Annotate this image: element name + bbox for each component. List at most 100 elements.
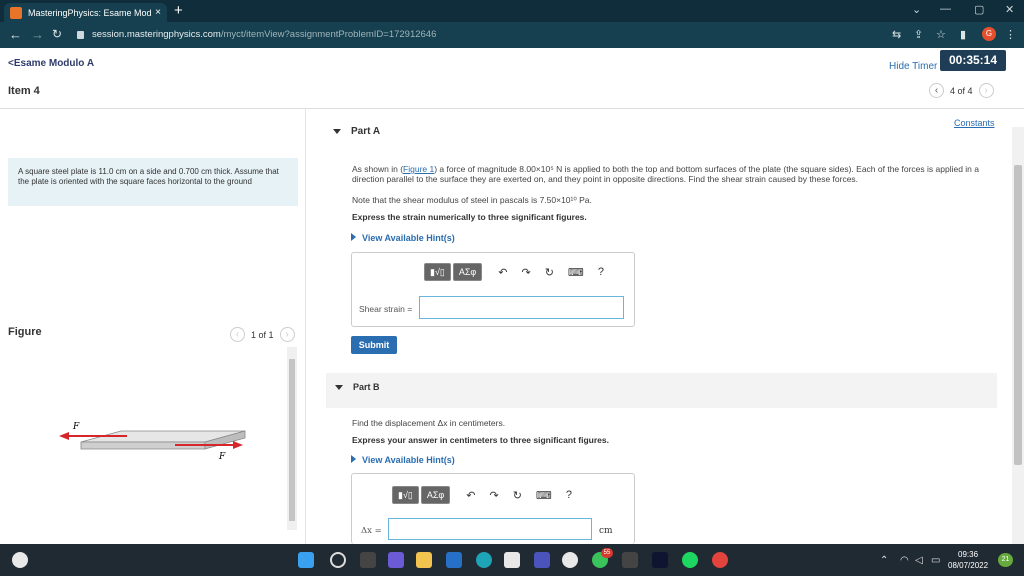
keyboard-icon[interactable]: ⌨: [536, 489, 552, 502]
template-button[interactable]: ▮√▯: [392, 486, 419, 504]
top-force-arrowhead: [59, 432, 69, 440]
previous-item-button[interactable]: ‹: [929, 83, 944, 98]
chevron-up-icon[interactable]: ⌃: [880, 555, 888, 566]
reset-icon[interactable]: ↻: [545, 266, 554, 279]
shear-strain-input[interactable]: [419, 296, 624, 319]
item-pager: ‹ 4 of 4 ›: [929, 83, 994, 98]
app-icon[interactable]: [622, 552, 638, 568]
help-icon[interactable]: ?: [566, 489, 572, 501]
back-to-assignment-link[interactable]: <Esame Modulo A: [8, 58, 94, 69]
greek-button[interactable]: ΑΣφ: [420, 486, 451, 504]
figure-link[interactable]: Figure 1: [403, 164, 434, 174]
part-a-header[interactable]: Part A: [333, 126, 380, 134]
browser-tab-bar: MasteringPhysics: Esame Modul × + ⌄ — ▢ …: [0, 0, 1024, 22]
system-clock[interactable]: 09:36 08/07/2022: [948, 549, 988, 571]
undo-icon[interactable]: ↶: [498, 266, 507, 279]
chrome-icon[interactable]: [712, 552, 728, 568]
part-b-title: Part B: [353, 382, 380, 392]
part-a-title: Part A: [351, 126, 381, 134]
displacement-label: Δx =: [361, 526, 382, 536]
problem-statement: A square steel plate is 11.0 cm on a sid…: [8, 158, 298, 206]
bottom-force-label: F: [218, 452, 226, 462]
url-field[interactable]: session.masteringphysics.com/myct/itemVi…: [77, 26, 837, 44]
page-scrollbar[interactable]: [1012, 127, 1024, 544]
notification-badge[interactable]: 21: [998, 553, 1013, 567]
translate-icon[interactable]: ⇆: [892, 28, 901, 41]
wifi-icon[interactable]: ◠: [900, 555, 909, 566]
maximize-icon[interactable]: ▢: [974, 3, 984, 16]
store-icon[interactable]: [504, 552, 520, 568]
hide-timer-link[interactable]: Hide Timer: [889, 61, 937, 72]
back-arrow-icon[interactable]: ←: [9, 27, 22, 42]
part-a-intro: As shown in (Figure 1) a force of magnit…: [352, 164, 1000, 184]
unit-label: cm: [599, 526, 613, 536]
tab-search-icon[interactable]: ⌄: [912, 3, 921, 16]
url-path: /myct/itemView?assignmentProblemID=17291…: [220, 29, 437, 40]
profile-avatar[interactable]: G: [982, 27, 996, 41]
part-b-header-bar[interactable]: [326, 373, 997, 408]
mail-icon[interactable]: [446, 552, 462, 568]
new-tab-button[interactable]: +: [174, 2, 183, 19]
figure-scrollbar-thumb[interactable]: [289, 359, 295, 521]
redo-icon[interactable]: ↷: [489, 489, 498, 502]
clock-time: 09:36: [958, 550, 979, 559]
keyboard-icon[interactable]: ⌨: [568, 266, 584, 279]
chatgpt-icon[interactable]: [562, 552, 578, 568]
next-item-button[interactable]: ›: [978, 83, 994, 98]
teams-icon[interactable]: [534, 552, 550, 568]
greek-button[interactable]: ΑΣφ: [452, 263, 483, 281]
close-tab-icon[interactable]: ×: [155, 7, 161, 18]
share-icon[interactable]: ⇪: [914, 28, 923, 41]
minimize-icon[interactable]: —: [940, 3, 951, 15]
part-a-math-toolbar: ▮√▯ ΑΣφ ↶ ↷ ↻ ⌨ ?: [424, 263, 604, 281]
template-button[interactable]: ▮√▯: [424, 263, 451, 281]
part-a-hint-toggle[interactable]: View Available Hint(s): [351, 233, 455, 243]
page-scrollbar-thumb[interactable]: [1014, 165, 1022, 465]
start-icon[interactable]: [298, 552, 314, 568]
bottom-force-arrowhead: [233, 441, 243, 449]
search-icon[interactable]: [330, 552, 346, 568]
chat-icon[interactable]: [388, 552, 404, 568]
constants-link[interactable]: Constants: [954, 118, 995, 128]
part-b-hint-toggle[interactable]: View Available Hint(s): [351, 455, 455, 465]
close-window-icon[interactable]: ✕: [1005, 3, 1014, 16]
help-icon[interactable]: ?: [598, 266, 604, 278]
part-b-header[interactable]: Part B: [335, 382, 380, 392]
figure-pager: ‹ 1 of 1 ›: [230, 327, 295, 342]
spotify-icon[interactable]: [682, 552, 698, 568]
next-figure-button[interactable]: ›: [279, 327, 295, 342]
menu-kebab-icon[interactable]: ⋮: [1005, 28, 1016, 41]
url-host: session.masteringphysics.com: [92, 29, 221, 40]
tab-title: MasteringPhysics: Esame Modul: [28, 7, 152, 18]
part-b-hint-label: View Available Hint(s): [362, 455, 455, 465]
panel-divider: [305, 109, 306, 544]
redo-icon[interactable]: ↷: [521, 266, 530, 279]
shear-modulus-note: Note that the shear modulus of steel in …: [352, 195, 592, 205]
task-view-icon[interactable]: [360, 552, 376, 568]
top-force-label: F: [72, 422, 80, 432]
browser-tab[interactable]: MasteringPhysics: Esame Modul ×: [4, 3, 167, 22]
previous-figure-button[interactable]: ‹: [230, 327, 245, 342]
undo-icon[interactable]: ↶: [466, 489, 475, 502]
figure-scrollbar[interactable]: [287, 347, 297, 530]
sidebar-icon[interactable]: ▮: [960, 28, 966, 41]
part-a-submit-button[interactable]: Submit: [351, 336, 397, 354]
battery-icon[interactable]: ▭: [931, 555, 940, 566]
displacement-input[interactable]: [388, 518, 592, 540]
reset-icon[interactable]: ↻: [513, 489, 522, 502]
windows-taskbar: 55 ⌃ ◠ ◁ ▭ 09:36 08/07/2022: [0, 544, 1024, 576]
reload-icon[interactable]: ↻: [52, 27, 62, 41]
disney-plus-icon[interactable]: [652, 552, 668, 568]
hint-triangle-icon: [351, 455, 356, 463]
edge-icon[interactable]: [476, 552, 492, 568]
volume-icon[interactable]: ◁: [915, 555, 923, 566]
forward-arrow-icon[interactable]: →: [31, 27, 44, 42]
file-explorer-icon[interactable]: [416, 552, 432, 568]
part-a-instruction: Express the strain numerically to three …: [352, 212, 587, 222]
timer-display: 00:35:14: [940, 50, 1006, 71]
bookmark-star-icon[interactable]: ☆: [936, 28, 946, 41]
part-a-intro-start: As shown in (: [352, 164, 404, 174]
part-b-instruction: Express your answer in centimeters to th…: [352, 435, 609, 445]
weather-icon[interactable]: [12, 552, 28, 568]
part-b-caret-icon: [335, 385, 343, 390]
